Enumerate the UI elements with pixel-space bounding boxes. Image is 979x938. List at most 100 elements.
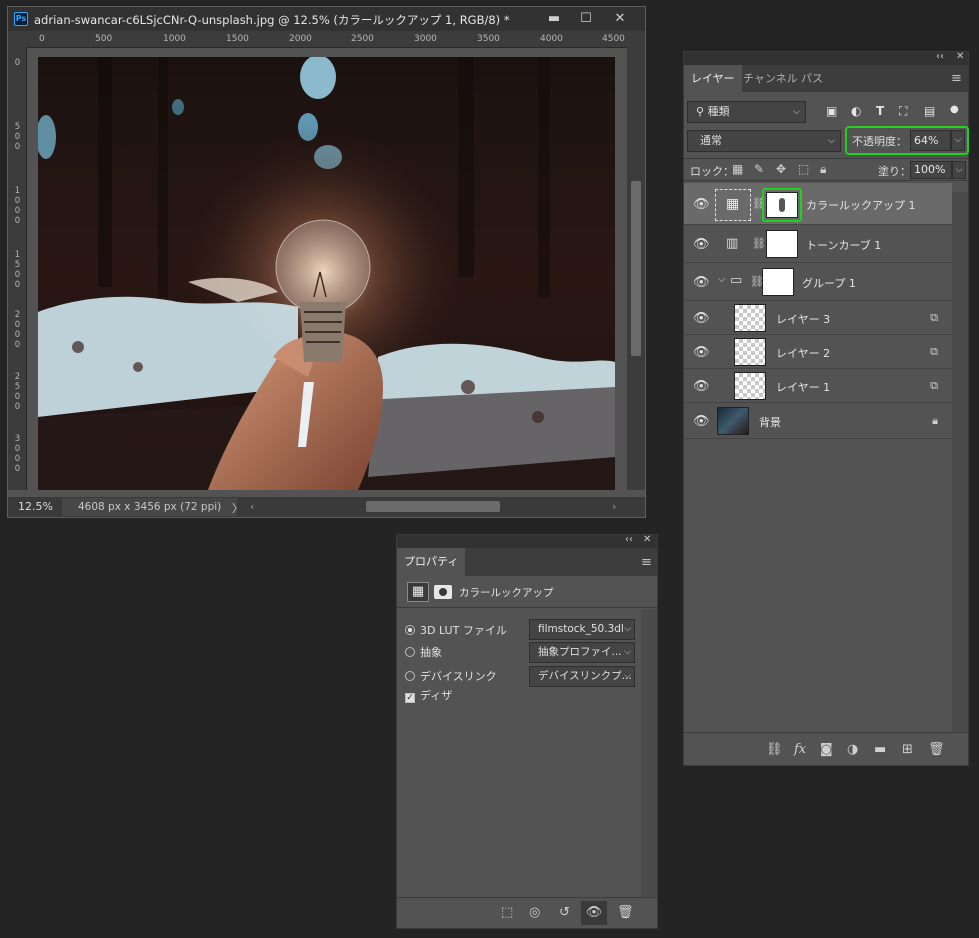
- layer-row[interactable]: 👁︎ レイヤー 2 ⧉: [684, 335, 952, 369]
- layer-row[interactable]: 👁︎ ▦ ⛓ カラールックアップ 1: [684, 183, 952, 225]
- layer-row[interactable]: 👁︎ ▥ ⛓ トーンカーブ 1: [684, 225, 952, 263]
- panel-menu-icon[interactable]: ≡: [951, 71, 962, 86]
- folder-icon[interactable]: ▬: [874, 742, 886, 757]
- layer-name[interactable]: レイヤー 3: [776, 311, 830, 327]
- eye-icon[interactable]: 👁︎: [693, 275, 710, 290]
- image-filter-icon[interactable]: ▣: [826, 104, 837, 118]
- canvas-image[interactable]: [38, 57, 615, 490]
- zoom-field[interactable]: 12.5%: [11, 498, 57, 516]
- layer-row[interactable]: 👁︎ ⌵ ▭ ⛓ グループ 1: [684, 263, 952, 301]
- collapse-icon[interactable]: ‹‹: [625, 534, 633, 545]
- lock-all-icon[interactable]: 🔒︎: [820, 162, 826, 177]
- lock-brush-icon[interactable]: ✎: [754, 162, 764, 176]
- lock-transparent-icon[interactable]: ▦: [732, 162, 743, 176]
- radio-3d-lut[interactable]: 3D LUT ファイル: [405, 622, 507, 638]
- scroll-right-icon[interactable]: ›: [612, 500, 616, 513]
- vertical-scrollbar[interactable]: [627, 31, 645, 490]
- eye-icon[interactable]: 👁︎: [693, 379, 710, 394]
- opacity-dropdown-button[interactable]: ⌵: [951, 130, 965, 151]
- abstract-profile-select[interactable]: 抽象プロファイ... ⌵: [529, 642, 635, 663]
- filter-toggle-icon[interactable]: ●: [950, 104, 959, 115]
- lut-file-select[interactable]: filmstock_50.3dl ⌵: [529, 619, 635, 640]
- fill-dropdown-button[interactable]: ⌵: [952, 161, 966, 179]
- close-button[interactable]: ✕: [605, 10, 635, 28]
- close-panel-icon[interactable]: ✕: [643, 534, 651, 545]
- new-layer-icon[interactable]: ⊞: [902, 742, 913, 757]
- radio-device-link[interactable]: デバイスリンク: [405, 668, 497, 684]
- checkbox-checked-icon[interactable]: ✓: [405, 693, 415, 703]
- layer-name[interactable]: トーンカーブ 1: [806, 237, 881, 253]
- minimize-button[interactable]: ▬: [539, 10, 569, 28]
- radio-selected-icon[interactable]: [405, 625, 415, 635]
- layer-thumbnail[interactable]: [734, 338, 766, 366]
- horizontal-scroll-thumb[interactable]: [366, 501, 500, 512]
- add-mask-icon[interactable]: ◙: [820, 742, 833, 757]
- eye-icon[interactable]: 👁︎: [693, 345, 710, 360]
- eye-icon[interactable]: 👁︎: [693, 237, 710, 252]
- trash-icon[interactable]: 🗑︎: [928, 742, 945, 757]
- vertical-ruler[interactable]: 0 500 1000 1500 2000 2500 3000: [8, 48, 27, 490]
- panel-menu-icon[interactable]: ≡: [641, 555, 652, 570]
- radio-icon[interactable]: [405, 671, 415, 681]
- tab-properties[interactable]: プロパティ: [397, 548, 466, 576]
- fill-input[interactable]: 100%: [910, 161, 952, 179]
- smart-object-filter-icon[interactable]: ▤: [924, 104, 935, 118]
- ruler-corner[interactable]: [8, 31, 27, 48]
- eye-icon[interactable]: 👁︎: [693, 311, 710, 326]
- document-title-bar[interactable]: Ps adrian-swancar-c6LSjcCNr-Q-unsplash.j…: [8, 7, 645, 31]
- grid-icon[interactable]: ▦: [407, 582, 429, 602]
- type-filter-icon[interactable]: T: [876, 104, 884, 118]
- view-previous-state-icon[interactable]: ◎: [529, 905, 540, 920]
- layer-row[interactable]: 👁︎ 背景 🔒︎: [684, 403, 952, 439]
- info-menu-arrow[interactable]: 〉: [232, 500, 243, 516]
- layer-row[interactable]: 👁︎ レイヤー 1 ⧉: [684, 369, 952, 403]
- layer-name[interactable]: レイヤー 2: [776, 345, 830, 361]
- device-link-select[interactable]: デバイスリンクプ... ⌵: [529, 666, 635, 687]
- vertical-scroll-thumb[interactable]: [631, 181, 641, 356]
- close-panel-icon[interactable]: ✕: [956, 51, 964, 62]
- eye-icon[interactable]: 👁︎: [693, 197, 710, 212]
- panel-drag-bar[interactable]: ‹‹ ✕: [397, 534, 657, 548]
- mask-icon[interactable]: [434, 585, 452, 599]
- adjustment-filter-icon[interactable]: ◐: [851, 104, 861, 118]
- background-thumbnail[interactable]: [717, 407, 749, 435]
- tab-paths[interactable]: パス: [794, 65, 830, 92]
- fx-icon[interactable]: fx: [794, 742, 806, 757]
- panel-drag-bar[interactable]: ‹‹ ✕: [684, 51, 968, 65]
- dither-checkbox[interactable]: ✓ ディザ: [405, 687, 452, 703]
- maximize-button[interactable]: ☐: [571, 10, 601, 28]
- shape-filter-icon[interactable]: ⛶: [899, 104, 907, 119]
- trash-icon[interactable]: 🗑︎: [617, 905, 634, 920]
- blend-mode-select[interactable]: 通常 ⌵: [687, 130, 841, 152]
- horizontal-ruler[interactable]: 0 500 1000 1500 2000 2500 3000 3500 4000…: [27, 31, 627, 48]
- layer-filter-select[interactable]: ⚲ 種類 ⌵: [687, 101, 806, 123]
- layer-thumbnail[interactable]: [734, 372, 766, 400]
- lock-icon[interactable]: 🔒︎: [932, 414, 938, 428]
- lock-artboard-icon[interactable]: ⬚: [798, 162, 809, 176]
- opacity-input[interactable]: 64%: [910, 130, 951, 151]
- radio-icon[interactable]: [405, 647, 415, 657]
- layer-name[interactable]: カラールックアップ 1: [806, 197, 916, 213]
- layer-name[interactable]: レイヤー 1: [776, 379, 830, 395]
- link-layers-icon[interactable]: ⛓: [766, 742, 783, 757]
- chevron-down-icon[interactable]: ⌵: [718, 274, 726, 285]
- tab-layers[interactable]: レイヤー: [684, 65, 742, 92]
- layer-row[interactable]: 👁︎ レイヤー 3 ⧉: [684, 301, 952, 335]
- collapse-icon[interactable]: ‹‹: [936, 51, 944, 62]
- layer-name[interactable]: 背景: [759, 414, 781, 430]
- reset-icon[interactable]: ↺: [559, 905, 570, 920]
- eye-icon[interactable]: 👁︎: [693, 414, 710, 429]
- visibility-icon[interactable]: 👁︎: [581, 901, 607, 925]
- radio-abstract[interactable]: 抽象: [405, 644, 442, 660]
- layers-scrollbar[interactable]: [952, 192, 968, 732]
- layer-thumbnail[interactable]: [734, 304, 766, 332]
- lock-move-icon[interactable]: ✥: [776, 162, 786, 176]
- adjustment-layer-icon[interactable]: ◑: [847, 742, 858, 757]
- layer-name[interactable]: グループ 1: [802, 275, 856, 291]
- group-mask-thumbnail[interactable]: [762, 268, 794, 296]
- properties-scrollbar[interactable]: [641, 609, 657, 897]
- layer-mask-thumbnail[interactable]: [766, 230, 798, 258]
- scroll-left-icon[interactable]: ‹: [250, 500, 254, 513]
- clip-to-layer-icon[interactable]: ⬚: [501, 905, 513, 920]
- layer-mask-thumbnail[interactable]: [766, 192, 798, 218]
